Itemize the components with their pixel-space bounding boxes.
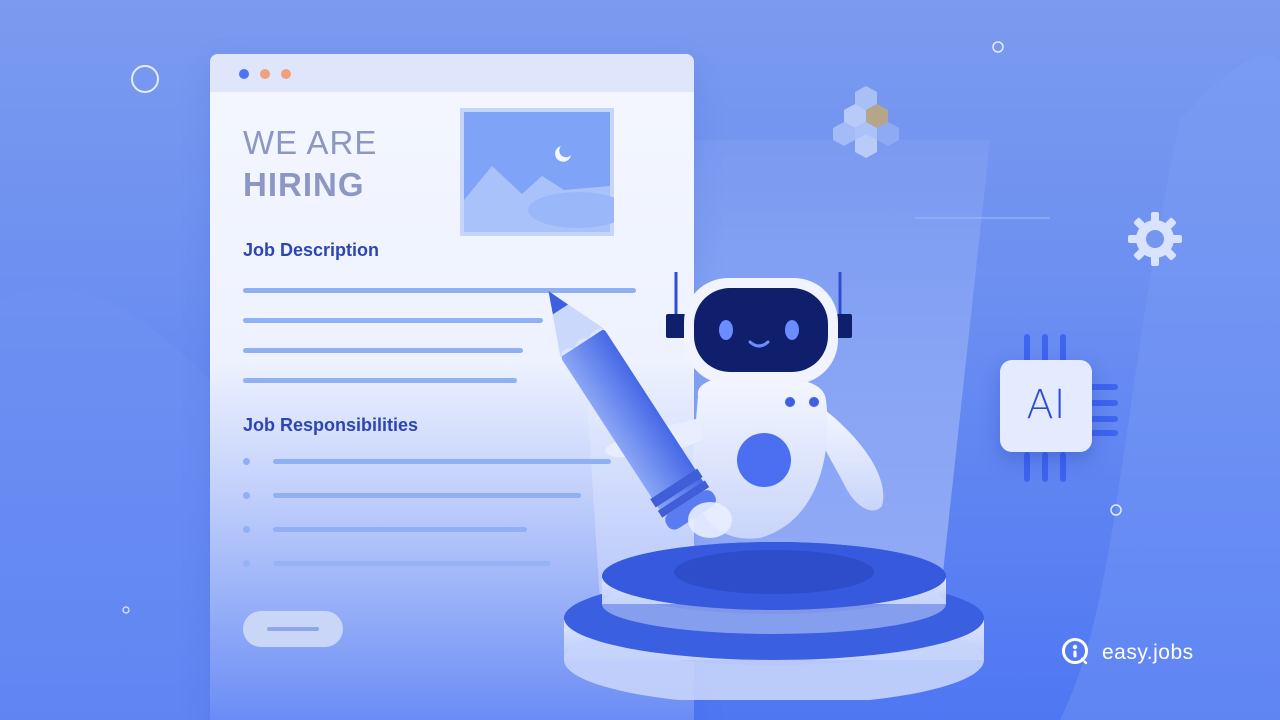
ai-chip-icon: AI bbox=[1000, 360, 1092, 452]
brand-name: easy.jobs bbox=[1102, 641, 1194, 664]
ai-chip-label: AI bbox=[1026, 382, 1066, 428]
window-dot-orange bbox=[260, 69, 270, 79]
apply-button[interactable] bbox=[243, 611, 343, 647]
brand-logo[interactable]: easy.jobs bbox=[1060, 636, 1194, 670]
ring-decoration bbox=[131, 65, 159, 93]
ring-decoration bbox=[992, 41, 1004, 53]
section-job-description: Job Description bbox=[243, 240, 380, 260]
gear-icon bbox=[1128, 212, 1182, 266]
landscape-image-icon bbox=[460, 108, 614, 236]
bullet-dot bbox=[243, 560, 250, 567]
pencil-icon bbox=[548, 290, 732, 538]
bullet-dot bbox=[243, 492, 250, 499]
bullet-dot bbox=[243, 526, 250, 533]
bullet-line bbox=[273, 561, 551, 566]
window-dot-blue bbox=[239, 69, 249, 79]
hexagon-cluster-icon bbox=[833, 86, 899, 158]
bullet-line bbox=[273, 527, 527, 532]
heading-line-1: WE ARE bbox=[243, 124, 378, 161]
window-dot-orange bbox=[281, 69, 291, 79]
section-job-responsibilities: Job Responsibilities bbox=[243, 415, 419, 435]
heading-line-2: HIRING bbox=[243, 166, 365, 203]
bullet-dot bbox=[243, 458, 250, 465]
left-blob bbox=[0, 288, 210, 720]
hero-illustration: WE ARE HIRING Job Description Job Respon… bbox=[0, 0, 1280, 720]
text-line bbox=[243, 318, 543, 323]
text-line bbox=[243, 348, 523, 353]
window-titlebar bbox=[210, 54, 694, 92]
text-line bbox=[243, 378, 517, 383]
easyjobs-logo-icon bbox=[1062, 638, 1089, 666]
